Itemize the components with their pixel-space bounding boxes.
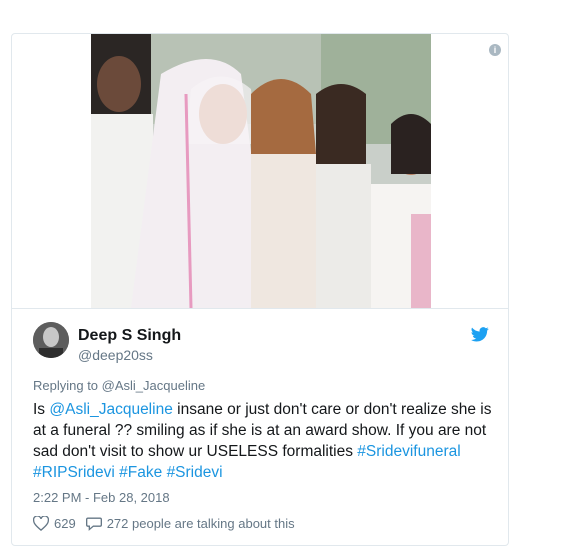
tweet-photo[interactable]: [91, 34, 431, 308]
speech-bubble-icon[interactable]: [85, 516, 102, 531]
text-part: Is: [33, 401, 50, 418]
author-handle[interactable]: @deep20ss: [78, 347, 153, 363]
photo-divider: [12, 308, 508, 309]
user-avatar[interactable]: [33, 322, 69, 358]
hashtag-link[interactable]: #Sridevi: [167, 464, 223, 481]
tweet-actions: 629 272 people are talking about this: [33, 516, 295, 531]
info-icon[interactable]: i: [489, 44, 501, 56]
author-display-name[interactable]: Deep S Singh: [78, 327, 181, 345]
hashtag-link[interactable]: #Fake: [119, 464, 162, 481]
hashtag-link[interactable]: #Sridevifuneral: [357, 443, 460, 460]
tweet-timestamp[interactable]: 2:22 PM - Feb 28, 2018: [33, 490, 170, 505]
heart-icon[interactable]: [33, 516, 49, 531]
talking-about-link[interactable]: 272 people are talking about this: [107, 516, 295, 531]
replying-to[interactable]: Replying to @Asli_Jacqueline: [33, 378, 205, 393]
mention-link[interactable]: @Asli_Jacqueline: [49, 401, 172, 418]
tweet-text: Is @Asli_Jacqueline insane or just don't…: [33, 399, 493, 483]
twitter-bird-icon[interactable]: [471, 327, 489, 342]
hashtag-link[interactable]: #RIPSridevi: [33, 464, 115, 481]
like-count[interactable]: 629: [54, 516, 76, 531]
